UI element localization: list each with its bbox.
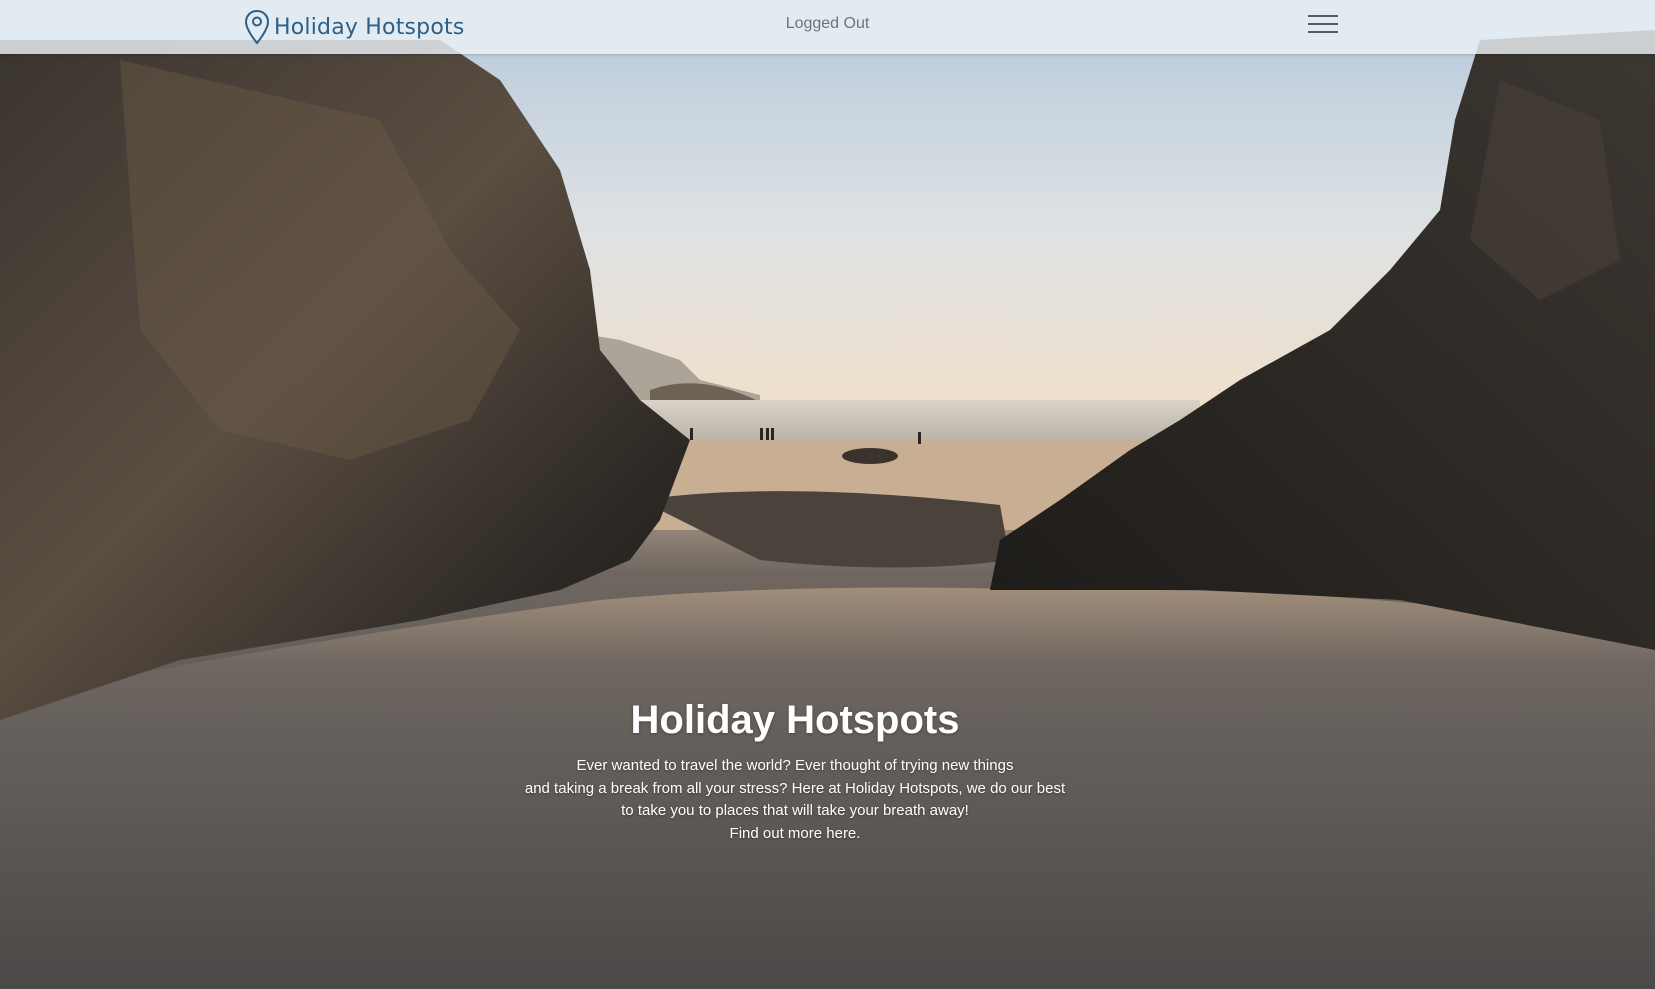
hamburger-menu-button[interactable] (1306, 13, 1340, 37)
top-navbar: Holiday Hotspots Logged Out (0, 0, 1655, 54)
hero-description-line: to take you to places that will take you… (621, 802, 969, 819)
hero-description-line: Ever wanted to travel the world? Ever th… (576, 757, 1014, 774)
hero-link-line: Find out more here. (0, 823, 1590, 846)
hero-title: Holiday Hotspots (630, 698, 960, 742)
find-out-more-link[interactable]: Find out more here. (730, 825, 861, 842)
hero-description-line: and taking a break from all your stress?… (524, 779, 1066, 797)
hero-content: Holiday Hotspots Ever wanted to travel t… (0, 698, 1590, 845)
hero-section: Holiday Hotspots Logged Out Holiday Hots… (0, 0, 1655, 989)
login-status-container: Logged Out (0, 15, 1655, 33)
login-status-text: Logged Out (785, 15, 870, 32)
